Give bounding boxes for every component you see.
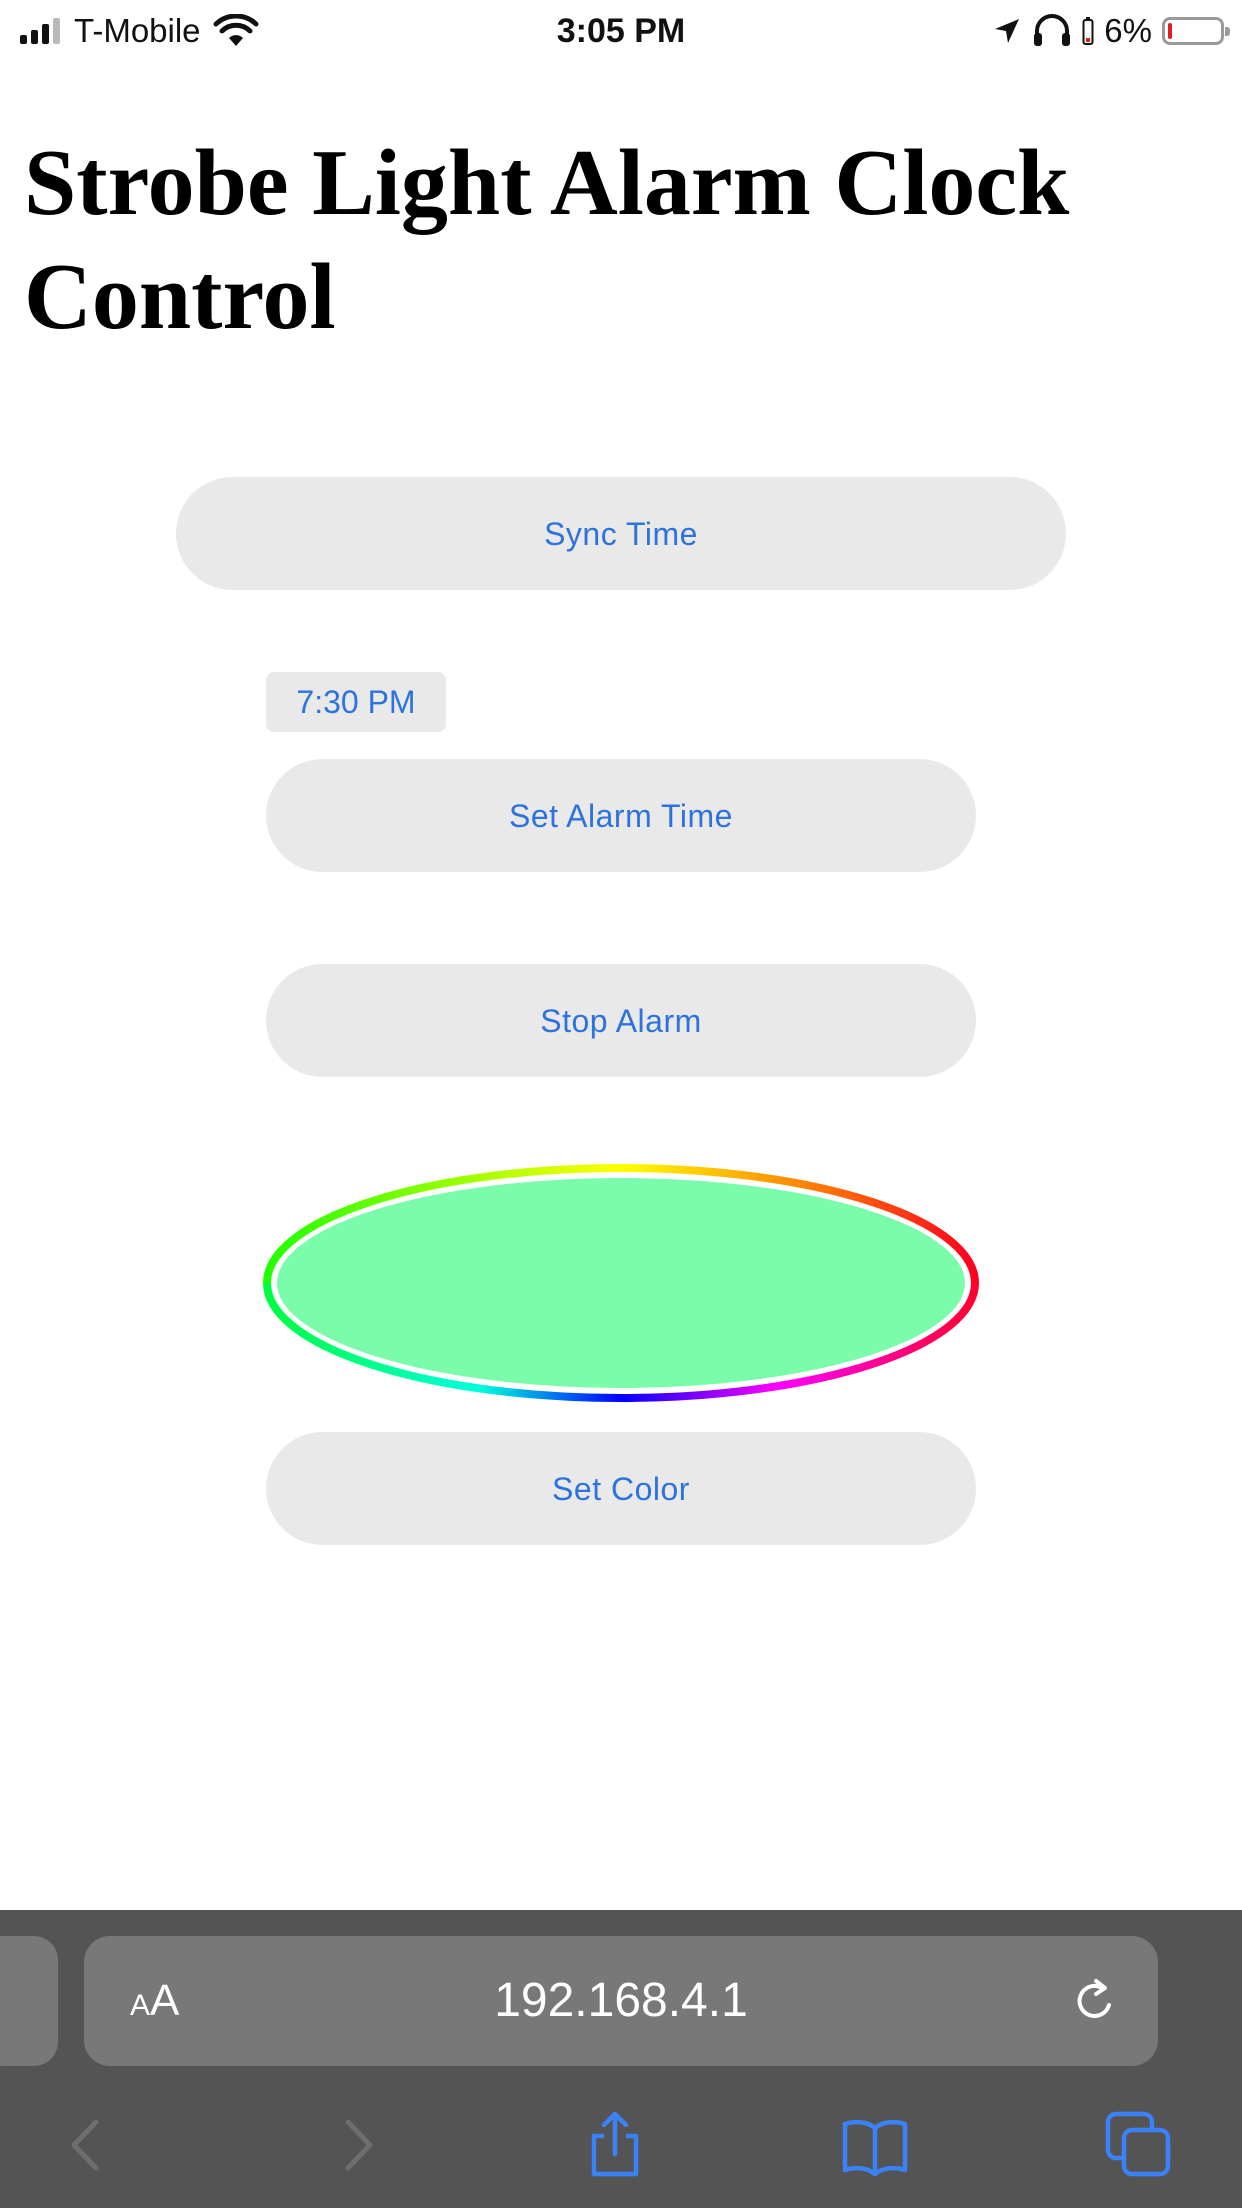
stop-alarm-button[interactable]: Stop Alarm <box>266 964 976 1077</box>
battery-percent: 6% <box>1104 12 1152 49</box>
page-title: Strobe Light Alarm Clock Control <box>24 131 1070 349</box>
status-right: 6% <box>992 8 1230 54</box>
browser-toolbar <box>0 2100 1242 2190</box>
status-bar: T-Mobile 3:05 PM 6% <box>0 0 1242 62</box>
headphones-icon <box>1034 14 1071 46</box>
browser-bottom-bar: AA 192.168.4.1 <box>0 1910 1242 2208</box>
set-color-button[interactable]: Set Color <box>266 1432 976 1545</box>
tabs-icon[interactable] <box>1104 2110 1174 2180</box>
address-bar[interactable]: AA 192.168.4.1 <box>84 1936 1158 2066</box>
previous-tab-preview[interactable] <box>0 1936 58 2066</box>
set-alarm-time-button[interactable]: Set Alarm Time <box>266 759 976 872</box>
battery-icon <box>1162 17 1230 45</box>
forward-icon[interactable] <box>322 2110 392 2180</box>
back-icon[interactable] <box>52 2110 122 2180</box>
sync-time-button[interactable]: Sync Time <box>176 477 1066 590</box>
selected-color-swatch[interactable] <box>273 1174 969 1392</box>
color-picker[interactable] <box>262 1163 980 1403</box>
location-arrow-icon <box>995 19 1020 43</box>
reload-icon[interactable] <box>1070 1976 1120 2026</box>
share-icon[interactable] <box>580 2110 650 2180</box>
bookmarks-icon[interactable] <box>840 2110 910 2180</box>
low-battery-indicator-icon <box>1082 17 1094 45</box>
url-text: 192.168.4.1 <box>494 1974 748 2027</box>
alarm-time-input[interactable]: 7:30 PM <box>266 672 446 732</box>
